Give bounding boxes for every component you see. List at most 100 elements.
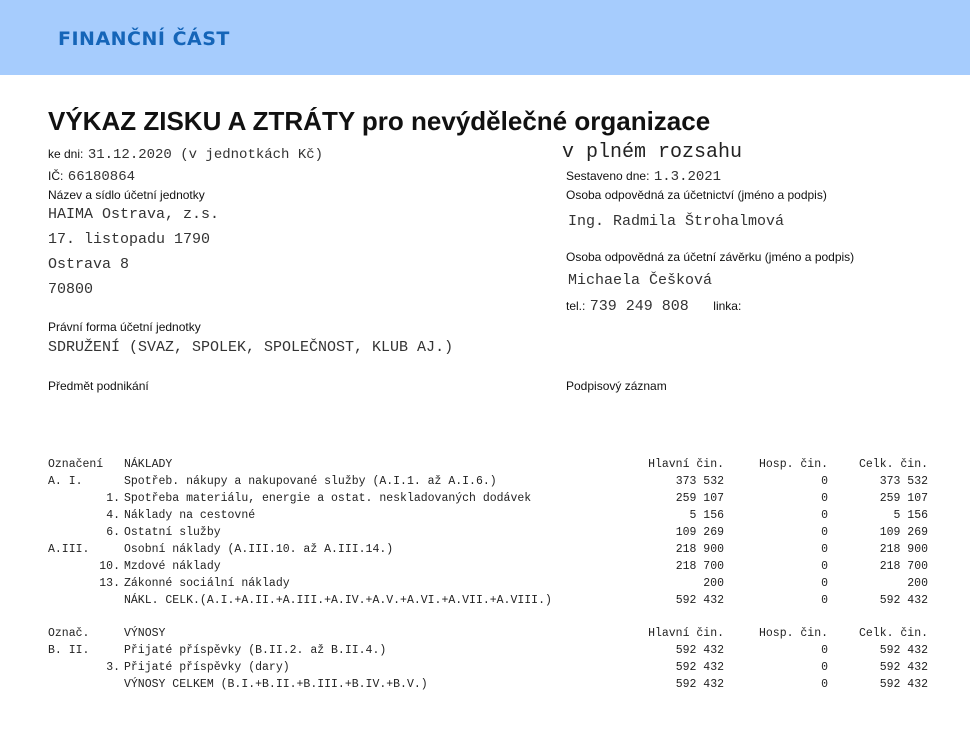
row-code: A.III. [48, 543, 90, 556]
ext-label: linka: [713, 299, 742, 313]
col-main-header: Hlavní čin. [648, 627, 724, 640]
row-name: Přijaté příspěvky (dary) [124, 661, 290, 674]
ic-label: IČ: [48, 169, 64, 183]
compiled-value: 1.3.2021 [653, 169, 722, 185]
costs-rows: A. I. Spotřeb. nákupy a nakupované služby… [48, 475, 928, 611]
row-code: 13. [99, 577, 120, 590]
col-celk-header: Celk. čin. [858, 627, 928, 640]
col-hosp-header: Hosp. čin. [758, 627, 828, 640]
revenues-header-row: Označ. VÝNOSY Hlavní čin. Hosp. čin. Cel… [48, 627, 928, 644]
row-name: Spotřeba materiálu, energie a ostat. nes… [124, 492, 532, 505]
row-main-value: 592 432 [675, 594, 724, 607]
row-main-value: 5 156 [689, 509, 724, 522]
row-main-value: 592 432 [675, 678, 724, 691]
table-row: A. I. Spotřeb. nákupy a nakupované služby… [48, 475, 928, 492]
row-name: Mzdové náklady [124, 560, 221, 573]
date-value: 31.12.2020 (v jednotkách Kč) [87, 147, 324, 163]
row-celk-value: 109 269 [879, 526, 928, 539]
row-hosp-value: 0 [821, 543, 828, 556]
closing-person: Michaela Češková [568, 272, 713, 289]
entity-line: Ostrava 8 [48, 256, 130, 273]
row-hosp-value: 0 [821, 661, 828, 674]
row-code: 6. [106, 526, 120, 539]
legal-form-value: SDRUŽENÍ (SVAZ, SPOLEK, SPOLEČNOST, KLUB… [48, 339, 454, 356]
date-label: ke dni: [48, 147, 84, 161]
row-name: Spotřeb. nákupy a nakupované služby (A.I… [124, 475, 497, 488]
entity-line: 70800 [48, 281, 94, 298]
row-name: Přijaté příspěvky (B.II.2. až B.II.4.) [124, 644, 387, 657]
row-main-value: 373 532 [675, 475, 724, 488]
col-name-header: NÁKLADY [124, 458, 173, 471]
row-hosp-value: 0 [821, 644, 828, 657]
tel-label: tel.: [566, 299, 586, 313]
compiled-label: Sestaveno dne: [566, 169, 650, 183]
col-main-header: Hlavní čin. [648, 458, 724, 471]
row-code: 4. [106, 509, 120, 522]
entity-line: 17. listopadu 1790 [48, 231, 211, 248]
row-main-value: 592 432 [675, 661, 724, 674]
col-code-header: Označ. [48, 627, 90, 640]
table-row: VÝNOSY CELKEM (B.I.+B.II.+B.III.+B.IV.+B… [48, 678, 928, 695]
document-title: VÝKAZ ZISKU A ZTRÁTY pro nevýdělečné org… [48, 106, 711, 136]
row-hosp-value: 0 [821, 594, 828, 607]
table-row: 3. Přijaté příspěvky (dary) 592 432 0 592 43… [48, 661, 928, 678]
row-celk-value: 5 156 [893, 509, 928, 522]
col-hosp-header: Hosp. čin. [758, 458, 828, 471]
row-celk-value: 592 432 [879, 661, 928, 674]
entity-line: HAIMA Ostrava, z.s. [48, 206, 220, 223]
row-name: VÝNOSY CELKEM (B.I.+B.II.+B.III.+B.IV.+B… [124, 678, 428, 691]
row-celk-value: 592 432 [879, 644, 928, 657]
row-main-value: 592 432 [675, 644, 724, 657]
section-title: FINANČNÍ ČÁST [58, 28, 230, 50]
compiled-line: Sestaveno dne: 1.3.2021 [566, 167, 721, 185]
row-hosp-value: 0 [821, 509, 828, 522]
table-row: 4. Náklady na cestovné 5 156 0 5 156 [48, 509, 928, 526]
date-line: ke dni: 31.12.2020 (v jednotkách Kč) [48, 145, 323, 163]
row-celk-value: 592 432 [879, 678, 928, 691]
costs-header-row: Označení NÁKLADY Hlavní čin. Hosp. čin. … [48, 458, 928, 475]
table-row: A.III. Osobní náklady (A.III.10. až A.III… [48, 543, 928, 560]
business-label: Předmět podnikání [48, 379, 149, 393]
table-row: 6. Ostatní služby 109 269 0 109 269 [48, 526, 928, 543]
row-code: 10. [99, 560, 120, 573]
legal-form-label: Právní forma účetní jednotky [48, 320, 201, 334]
row-celk-value: 259 107 [879, 492, 928, 505]
ic-value: 66180864 [67, 169, 136, 185]
row-hosp-value: 0 [821, 577, 828, 590]
accounting-person: Ing. Radmila Štrohalmová [568, 213, 785, 230]
row-name: Zákonné sociální náklady [124, 577, 290, 590]
table-row: 10. Mzdové náklady 218 700 0 218 700 [48, 560, 928, 577]
row-code: 1. [106, 492, 120, 505]
accounting-person-label: Osoba odpovědná za účetnictví (jméno a p… [566, 188, 827, 202]
closing-person-label: Osoba odpovědná za účetní závěrku (jméno… [566, 250, 855, 264]
row-code: A. I. [48, 475, 83, 488]
row-name: Osobní náklady (A.III.10. až A.III.14.) [124, 543, 394, 556]
row-main-value: 218 700 [675, 560, 724, 573]
col-name-header: VÝNOSY [124, 627, 166, 640]
ic-line: IČ: 66180864 [48, 167, 135, 185]
row-hosp-value: 0 [821, 678, 828, 691]
row-main-value: 200 [703, 577, 724, 590]
row-celk-value: 200 [907, 577, 928, 590]
revenues-table: Označ. VÝNOSY Hlavní čin. Hosp. čin. Cel… [48, 627, 928, 695]
row-main-value: 259 107 [675, 492, 724, 505]
table-row: 13. Zákonné sociální náklady 200 0 200 [48, 577, 928, 594]
row-code: 3. [106, 661, 120, 674]
row-hosp-value: 0 [821, 492, 828, 505]
costs-table: Označení NÁKLADY Hlavní čin. Hosp. čin. … [48, 458, 928, 611]
row-code: B. II. [48, 644, 90, 657]
scope-text: v plném rozsahu [562, 141, 743, 164]
row-celk-value: 218 700 [879, 560, 928, 573]
col-code-header: Označení [48, 458, 104, 471]
row-main-value: 218 900 [675, 543, 724, 556]
col-celk-header: Celk. čin. [858, 458, 928, 471]
row-celk-value: 592 432 [879, 594, 928, 607]
signature-label: Podpisový záznam [566, 379, 667, 393]
row-name: Ostatní služby [124, 526, 221, 539]
row-name: Náklady na cestovné [124, 509, 256, 522]
table-row: 1. Spotřeba materiálu, energie a ostat. n… [48, 492, 928, 509]
tel-line: tel.: 739 249 808 linka: [566, 297, 741, 315]
row-celk-value: 373 532 [879, 475, 928, 488]
tel-value: 739 249 808 [589, 298, 689, 315]
entity-label: Název a sídlo účetní jednotky [48, 188, 205, 202]
